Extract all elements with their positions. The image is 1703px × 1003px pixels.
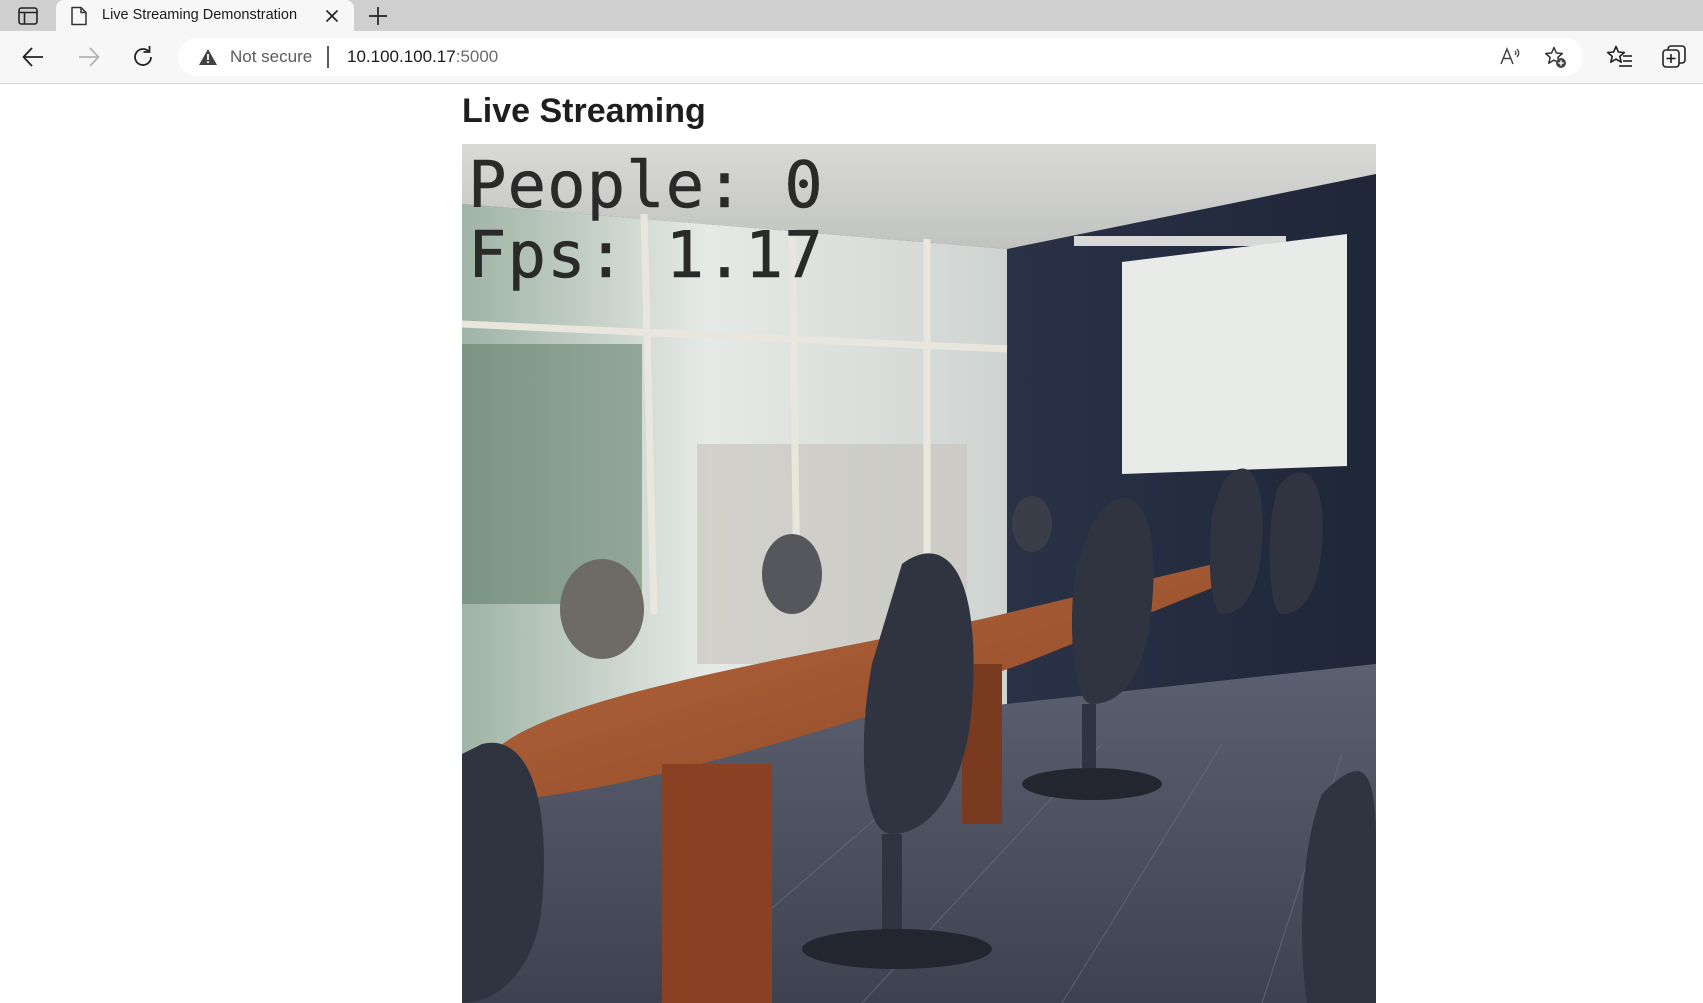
page-icon	[71, 6, 87, 26]
forward-icon[interactable]	[75, 43, 103, 71]
collections-icon[interactable]	[1660, 43, 1688, 71]
refresh-icon[interactable]	[129, 43, 157, 71]
address-bar[interactable]: Not secure 10.100.100.17:5000	[178, 38, 1583, 76]
warning-icon[interactable]	[198, 48, 218, 66]
favorites-icon[interactable]	[1606, 43, 1634, 71]
security-label[interactable]: Not secure	[230, 47, 312, 67]
browser-toolbar: Not secure 10.100.100.17:5000	[0, 31, 1703, 84]
read-aloud-icon[interactable]	[1498, 45, 1522, 69]
add-favorite-icon[interactable]	[1543, 45, 1567, 69]
browser-tab[interactable]: Live Streaming Demonstration	[56, 0, 354, 31]
url-text[interactable]: 10.100.100.17:5000	[347, 47, 498, 67]
page-heading: Live Streaming	[462, 92, 706, 130]
tab-actions-icon[interactable]	[10, 2, 46, 29]
tab-strip: Live Streaming Demonstration	[0, 0, 1703, 31]
back-icon[interactable]	[19, 43, 47, 71]
close-icon[interactable]	[322, 6, 342, 26]
fps-overlay: Fps: 1.17	[468, 219, 824, 293]
video-stream: People: 0 Fps: 1.17	[462, 144, 1376, 1003]
url-port: :5000	[455, 47, 499, 66]
url-host: 10.100.100.17	[347, 47, 456, 66]
people-count-overlay: People: 0	[468, 149, 824, 223]
address-separator	[327, 46, 329, 68]
plus-icon[interactable]	[366, 4, 390, 28]
tab-title: Live Streaming Demonstration	[102, 7, 298, 23]
